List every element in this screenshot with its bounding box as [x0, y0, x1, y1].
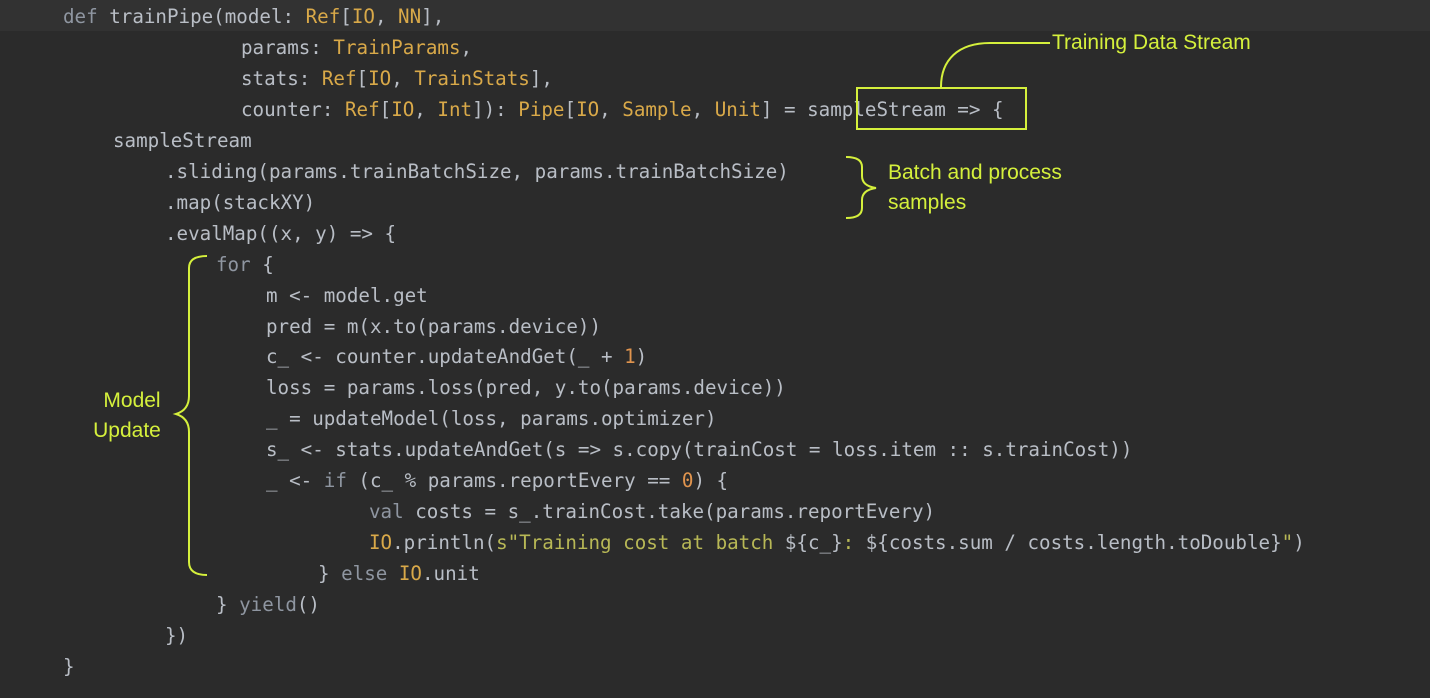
- batch-process-label-line2: samples: [888, 191, 967, 214]
- training-stream-leader-line: [940, 42, 1050, 88]
- samplestream-highlight-box: [856, 87, 1027, 130]
- code-editor: def trainPipe(model: Ref[IO, NN], params:…: [0, 0, 1430, 698]
- annotation-overlay: [172, 42, 1050, 576]
- training-data-stream-label: Training Data Stream: [1052, 31, 1251, 54]
- batch-brace: [845, 156, 877, 219]
- model-update-label-line2: Update: [93, 419, 161, 442]
- batch-process-label-line1: Batch and process: [888, 161, 1062, 184]
- model-update-label-line1: Model: [103, 389, 161, 412]
